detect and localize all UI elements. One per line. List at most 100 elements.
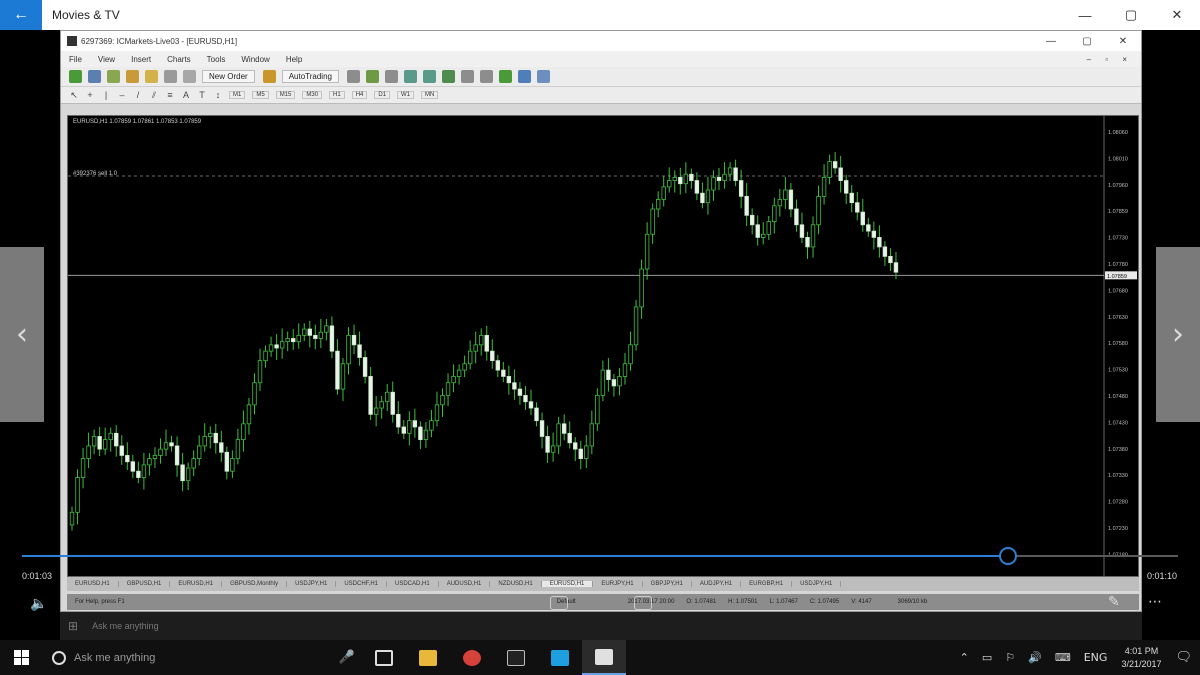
- start-button[interactable]: [0, 650, 42, 665]
- timeframe-h4[interactable]: H4: [351, 91, 368, 99]
- previous-video-button[interactable]: ‹: [0, 247, 44, 422]
- mt4-maximize-button[interactable]: ▢: [1069, 36, 1105, 47]
- next-chapter-button[interactable]: [634, 596, 652, 610]
- mt4-app-icon: [67, 36, 77, 46]
- maximize-button[interactable]: ▢: [1108, 0, 1154, 30]
- chart-tab[interactable]: EURUSD,H1: [67, 581, 119, 587]
- indicators-icon[interactable]: [498, 70, 512, 83]
- price-chart[interactable]: 1.08060 1.08010 1.07960 1.07859 1.07730 1.077…: [67, 115, 1139, 577]
- market-watch-icon[interactable]: [107, 70, 120, 83]
- chart-tab[interactable]: EURUSD,H1: [541, 581, 594, 587]
- channel-icon[interactable]: ⫽: [149, 90, 159, 100]
- timeframe-mn[interactable]: MN: [421, 91, 439, 99]
- periods-icon[interactable]: [517, 70, 531, 83]
- close-button[interactable]: ✕: [1154, 0, 1200, 30]
- candlestick-icon[interactable]: [365, 70, 379, 83]
- chart-tab[interactable]: EURJPY,H1: [593, 581, 643, 587]
- menu-help[interactable]: Help: [286, 55, 302, 64]
- mdi-controls[interactable]: – ▫ ×: [1087, 55, 1133, 64]
- chart-tab[interactable]: NZDUSD,H1: [490, 581, 542, 587]
- new-order-button[interactable]: New Order: [202, 70, 255, 83]
- chart-tab[interactable]: GBPUSD,H1: [119, 581, 171, 587]
- cortana-search-box[interactable]: Ask me anything: [42, 640, 332, 675]
- volume-tray-icon[interactable]: 🔊: [1028, 651, 1042, 664]
- menu-file[interactable]: File: [69, 55, 82, 64]
- chart-tab[interactable]: EURGBP,H1: [741, 581, 793, 587]
- horizontal-line-icon[interactable]: –: [117, 90, 127, 100]
- menu-view[interactable]: View: [98, 55, 115, 64]
- chart-tab[interactable]: USDJPY,H1: [287, 581, 337, 587]
- timeframe-m1[interactable]: M1: [229, 91, 246, 99]
- skype-button[interactable]: [538, 640, 582, 675]
- chrome-button[interactable]: [450, 640, 494, 675]
- mt4-taskbar-button[interactable]: [494, 640, 538, 675]
- previous-chapter-button[interactable]: [550, 596, 568, 610]
- next-video-button[interactable]: ›: [1156, 247, 1200, 422]
- chart-tab[interactable]: AUDJPY,H1: [692, 581, 742, 587]
- cursor-icon[interactable]: ↖: [69, 90, 79, 100]
- battery-icon[interactable]: ▭: [982, 651, 992, 664]
- new-chart-icon[interactable]: [69, 70, 82, 83]
- chart-tab[interactable]: AUDUSD,H1: [439, 581, 491, 587]
- timeframe-d1[interactable]: D1: [374, 91, 391, 99]
- chart-tab[interactable]: GBPUSD,Monthly: [222, 581, 288, 587]
- auto-trading-button[interactable]: AutoTrading: [281, 70, 339, 83]
- text-icon[interactable]: A: [181, 90, 191, 100]
- back-button[interactable]: ←: [0, 0, 42, 30]
- volume-icon[interactable]: 🔈: [30, 596, 47, 612]
- seek-handle[interactable]: [999, 547, 1018, 565]
- timeframe-m5[interactable]: M5: [252, 91, 269, 99]
- language-indicator[interactable]: ENG: [1084, 651, 1108, 664]
- tile-windows-icon[interactable]: [441, 70, 455, 83]
- minimize-button[interactable]: —: [1062, 0, 1108, 30]
- chart-shift-icon[interactable]: [460, 70, 474, 83]
- notification-icon[interactable]: 🗨: [1175, 650, 1192, 665]
- mt4-close-button[interactable]: ✕: [1105, 36, 1141, 47]
- microphone-icon[interactable]: 🎤: [332, 650, 362, 665]
- candle-body: [584, 445, 589, 459]
- line-chart-icon[interactable]: [384, 70, 398, 83]
- keyboard-icon[interactable]: ⌨: [1055, 651, 1071, 664]
- menu-tools[interactable]: Tools: [207, 55, 226, 64]
- navigator-icon[interactable]: [145, 70, 158, 83]
- label-icon[interactable]: T: [197, 90, 207, 100]
- more-options-icon[interactable]: ⋯: [1148, 594, 1162, 610]
- templates-icon[interactable]: [536, 70, 550, 83]
- chart-tab[interactable]: USDJPY,H1: [792, 581, 842, 587]
- chevron-up-icon[interactable]: ⌃: [960, 651, 969, 664]
- chart-tab[interactable]: EURUSD,H1: [170, 581, 223, 587]
- mt4-icon: [507, 649, 525, 666]
- crosshair-icon[interactable]: +: [85, 90, 95, 100]
- zoom-out-icon[interactable]: [422, 70, 436, 83]
- vertical-line-icon[interactable]: |: [101, 90, 111, 100]
- menu-insert[interactable]: Insert: [131, 55, 151, 64]
- timeframe-m30[interactable]: M30: [302, 91, 323, 99]
- terminal-icon[interactable]: [164, 70, 177, 83]
- network-icon[interactable]: ⚐: [1005, 651, 1015, 664]
- bar-chart-icon[interactable]: [346, 70, 360, 83]
- menu-charts[interactable]: Charts: [167, 55, 191, 64]
- autoscroll-icon[interactable]: [479, 70, 493, 83]
- mt4-minimize-button[interactable]: —: [1033, 36, 1069, 47]
- data-window-icon[interactable]: [126, 70, 139, 83]
- edit-pencil-icon[interactable]: ✎: [1108, 594, 1120, 610]
- profiles-icon[interactable]: [88, 70, 101, 83]
- status-open: O: 1.07481: [686, 599, 717, 605]
- movies-tv-taskbar-button[interactable]: [582, 640, 626, 675]
- chart-tab[interactable]: USDCHF,H1: [336, 581, 387, 587]
- metaeditor-icon[interactable]: [262, 70, 276, 83]
- timeframe-w1[interactable]: W1: [397, 91, 415, 99]
- menu-window[interactable]: Window: [241, 55, 269, 64]
- zoom-in-icon[interactable]: [403, 70, 417, 83]
- chart-tab[interactable]: GBPJPY,H1: [643, 581, 692, 587]
- chart-tab[interactable]: USDCAD,H1: [387, 581, 439, 587]
- clock[interactable]: 4:01 PM 3/21/2017: [1121, 645, 1161, 671]
- fibonacci-icon[interactable]: ≡: [165, 90, 175, 100]
- timeframe-h1[interactable]: H1: [329, 91, 345, 99]
- arrows-icon[interactable]: ↕: [213, 90, 223, 100]
- task-view-button[interactable]: [362, 640, 406, 675]
- file-explorer-button[interactable]: [406, 640, 450, 675]
- tester-icon[interactable]: [183, 70, 196, 83]
- timeframe-m15[interactable]: M15: [275, 91, 296, 99]
- trendline-icon[interactable]: /: [133, 90, 143, 100]
